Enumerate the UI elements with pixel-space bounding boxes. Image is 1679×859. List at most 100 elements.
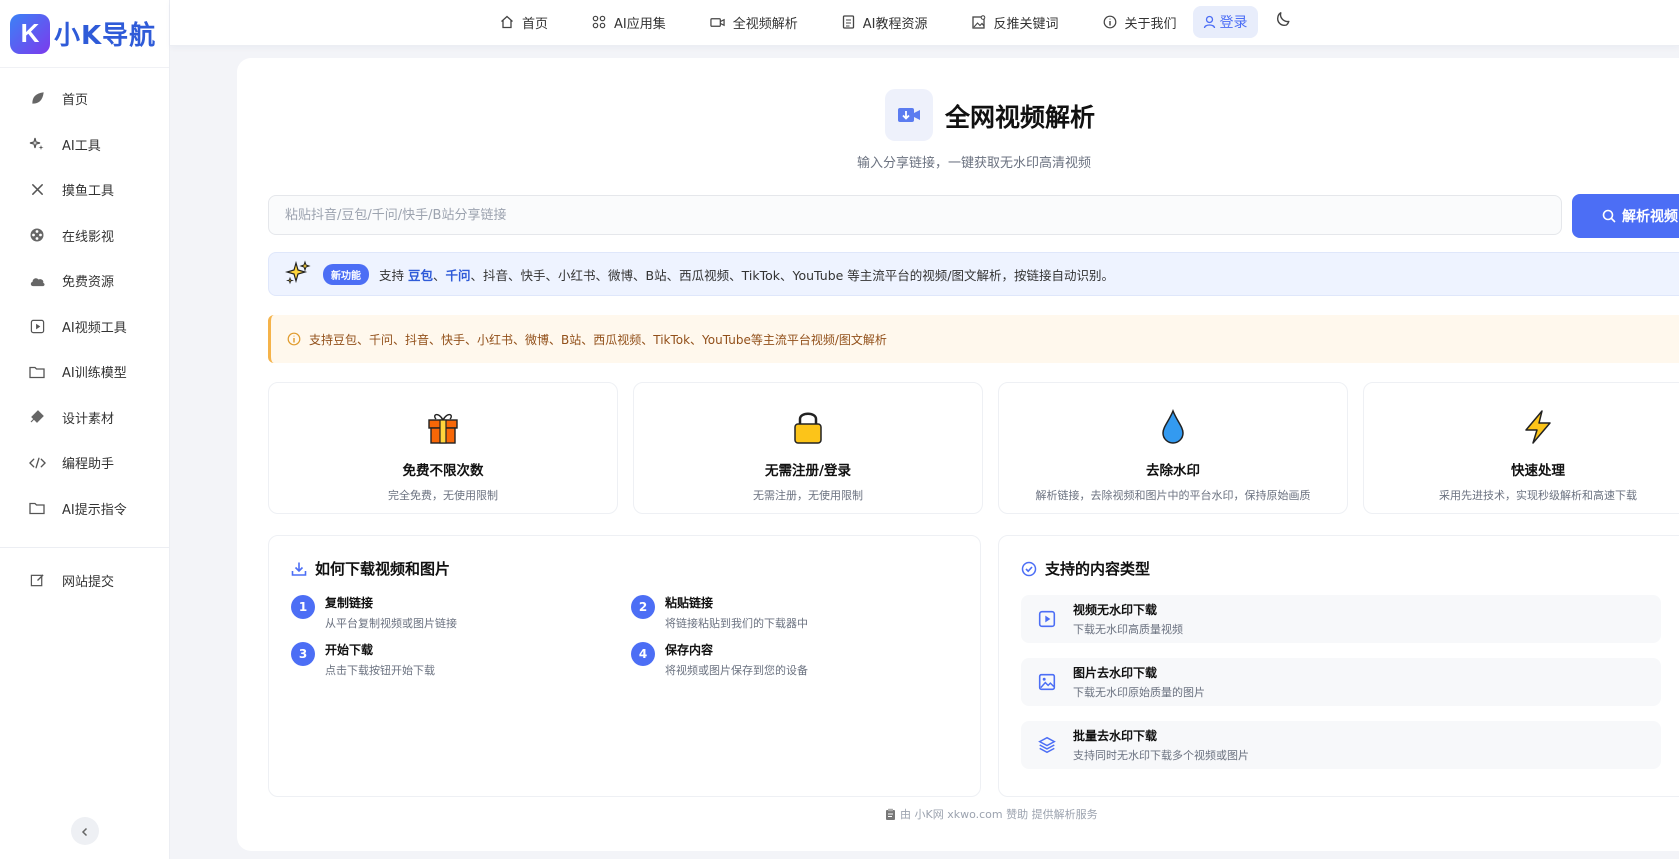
step-item: 3 开始下载 点击下载按钮开始下载 [291, 641, 435, 678]
sidebar-item-ai-tools[interactable]: AI工具 [0, 122, 169, 168]
sidebar-item-home[interactable]: 首页 [0, 76, 169, 122]
info-icon [1103, 15, 1117, 29]
sparkles-icon [284, 259, 311, 289]
image-search-icon [971, 15, 986, 29]
sidebar-item-label: AI工具 [62, 138, 101, 154]
notice-text: 、抖音、快手、小红书、微博、B站、西瓜视频、TikTok、YouTube 等主流… [470, 267, 1114, 283]
login-button[interactable]: 登录 [1192, 6, 1258, 38]
feature-card-no-login: 无需注册/登录 无需注册，无使用限制 [633, 382, 983, 514]
feature-title: 无需注册/登录 [765, 463, 851, 479]
step-title: 粘贴链接 [665, 596, 714, 610]
content-type-item: 视频无水印下载下载无水印高质量视频 [1021, 595, 1661, 643]
dark-mode-toggle[interactable] [1274, 11, 1292, 33]
content-type-desc: 下载无水印高质量视频 [1073, 623, 1183, 636]
sidebar-item-prompts[interactable]: AI提示指令 [0, 486, 169, 532]
sidebar-item-label: AI训练模型 [62, 366, 127, 382]
cloud-icon [28, 272, 46, 290]
content-type-title: 批量去水印下载 [1073, 729, 1158, 743]
feature-card-fast: 快速处理 采用先进技术，实现秒级解析和高速下载 [1363, 382, 1679, 514]
download-icon [291, 561, 307, 577]
content-type-item: 批量去水印下载支持同时无水印下载多个视频或图片 [1021, 721, 1661, 769]
play-square-icon [28, 317, 46, 335]
logo[interactable]: K 小K导航 [0, 0, 169, 68]
step-item: 1 复制链接 从平台复制视频或图片链接 [291, 594, 457, 631]
supported-platforms-tip: 支持豆包、千问、抖音、快手、小红书、微博、B站、西瓜视频、TikTok、YouT… [268, 315, 1679, 363]
step-number: 3 [291, 642, 315, 666]
feature-desc: 采用先进技术，实现秒级解析和高速下载 [1439, 489, 1637, 502]
new-feature-notice: 新功能 支持 豆包 、 千问 、抖音、快手、小红书、微博、B站、西瓜视频、Tik… [268, 252, 1679, 296]
topnav-label: 首页 [522, 16, 549, 32]
login-label: 登录 [1219, 15, 1248, 31]
folder-icon [28, 363, 46, 381]
feature-desc: 无需注册，无使用限制 [753, 489, 863, 502]
topnav-item-video-parse[interactable]: 全视频解析 [710, 13, 798, 32]
sidebar: K 小K导航 首页 AI工具 摸鱼工具 在线影视 免费资源 AI视频工具 AI训… [0, 0, 170, 859]
collapse-sidebar-button[interactable] [71, 817, 99, 845]
lock-icon [788, 407, 828, 447]
image-icon [1037, 672, 1057, 692]
search-icon [1602, 209, 1616, 223]
sidebar-item-fish-tools[interactable]: 摸鱼工具 [0, 167, 169, 213]
film-reel-icon [28, 226, 46, 244]
topnav-label: AI应用集 [614, 16, 666, 32]
edit-icon [28, 572, 46, 590]
gift-icon [423, 407, 463, 447]
user-icon [1203, 15, 1216, 29]
sidebar-item-label: 编程助手 [62, 457, 115, 473]
sidebar-item-label: 首页 [62, 93, 89, 109]
grid-icon [592, 15, 606, 29]
content-type-desc: 支持同时无水印下载多个视频或图片 [1073, 749, 1249, 762]
moon-icon [1274, 11, 1292, 33]
sidebar-item-label: 设计素材 [62, 411, 115, 427]
sidebar-item-ai-models[interactable]: AI训练模型 [0, 349, 169, 395]
topnav-label: 反推关键词 [993, 16, 1059, 32]
topnav-item-reverse-keywords[interactable]: 反推关键词 [971, 13, 1059, 32]
sponsor-note: 由 小K网 xkwo.com 赞助 提供解析服务 [885, 806, 1098, 822]
feature-card-free: 免费不限次数 完全免费，无使用限制 [268, 382, 618, 514]
content-types-title-text: 支持的内容类型 [1045, 560, 1151, 578]
feature-title: 免费不限次数 [402, 463, 484, 479]
sidebar-item-free-resources[interactable]: 免费资源 [0, 258, 169, 304]
sidebar-item-design[interactable]: 设计素材 [0, 395, 169, 441]
topnav-item-tutorials[interactable]: AI教程资源 [842, 13, 928, 32]
topnav-item-ai-apps[interactable]: AI应用集 [592, 13, 666, 32]
clipboard-icon [885, 808, 896, 821]
content-type-title: 视频无水印下载 [1073, 603, 1158, 617]
step-item: 4 保存内容 将视频或图片保存到您的设备 [631, 641, 808, 678]
topnav-item-about[interactable]: 关于我们 [1103, 13, 1177, 32]
top-bar: 首页 AI应用集 全视频解析 AI教程资源 反推关键词 关于我们 登录 [170, 0, 1679, 46]
lightning-icon [1518, 407, 1558, 447]
step-number: 1 [291, 595, 315, 619]
link-input[interactable] [268, 195, 1562, 235]
topnav-label: AI教程资源 [862, 16, 928, 32]
topnav-item-home[interactable]: 首页 [500, 13, 548, 32]
sidebar-item-label: 免费资源 [62, 275, 115, 291]
content-types-title: 支持的内容类型 [1021, 558, 1150, 579]
sidebar-nav: 首页 AI工具 摸鱼工具 在线影视 免费资源 AI视频工具 AI训练模型 设计素… [0, 68, 169, 604]
feature-title: 快速处理 [1511, 463, 1565, 479]
feature-card-watermark: 去除水印 解析链接，去除视频和图片中的平台水印，保持原始画质 [998, 382, 1348, 514]
step-number: 4 [631, 642, 655, 666]
sidebar-item-label: 在线影视 [62, 229, 115, 245]
feature-desc: 解析链接，去除视频和图片中的平台水印，保持原始画质 [1035, 489, 1311, 502]
folder-icon [28, 499, 46, 517]
sidebar-item-coding[interactable]: 编程助手 [0, 440, 169, 486]
step-desc: 将链接粘贴到我们的下载器中 [665, 617, 808, 630]
sidebar-item-movies[interactable]: 在线影视 [0, 213, 169, 259]
sidebar-item-ai-video[interactable]: AI视频工具 [0, 304, 169, 350]
feature-title: 去除水印 [1146, 463, 1200, 479]
step-title: 保存内容 [665, 643, 714, 657]
info-circle-icon [287, 332, 301, 346]
parse-button-label: 解析视频 [1622, 209, 1678, 225]
sidebar-item-label: 网站提交 [62, 575, 115, 591]
sidebar-item-submit-site[interactable]: 网站提交 [0, 558, 169, 604]
top-nav: 首页 AI应用集 全视频解析 AI教程资源 反推关键词 关于我们 登录 [500, 0, 1292, 44]
sidebar-item-label: AI提示指令 [62, 502, 127, 518]
notice-highlight-qianwen: 千问 [445, 267, 471, 283]
parse-video-button[interactable]: 解析视频 [1572, 194, 1679, 238]
play-square-icon [1037, 609, 1057, 629]
page-title: 全网视频解析 [945, 103, 1096, 132]
step-desc: 从平台复制视频或图片链接 [325, 617, 457, 630]
sponsor-text: 由 小K网 xkwo.com 赞助 提供解析服务 [900, 808, 1098, 821]
feature-desc: 完全免费，无使用限制 [388, 489, 498, 502]
